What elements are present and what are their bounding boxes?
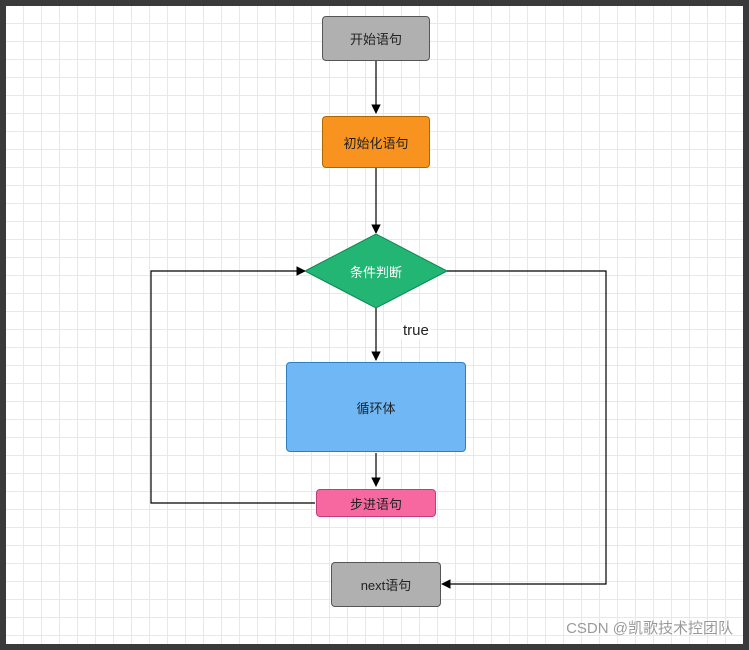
node-next[interactable]: next语句: [331, 562, 441, 607]
node-start-label: 开始语句: [350, 29, 402, 48]
flowchart-canvas: 开始语句 初始化语句 条件判断 true 循环体 步进语句 next语句 CSD…: [6, 6, 743, 644]
node-body-label: 循环体: [356, 398, 395, 417]
node-start[interactable]: 开始语句: [322, 16, 430, 61]
node-init-label: 初始化语句: [343, 133, 408, 152]
node-step-label: 步进语句: [350, 494, 402, 513]
node-step[interactable]: 步进语句: [316, 489, 436, 517]
node-body[interactable]: 循环体: [286, 362, 466, 452]
node-condition[interactable]: 条件判断: [305, 234, 447, 308]
edges-layer: [6, 6, 743, 644]
node-condition-label: 条件判断: [350, 262, 402, 281]
node-init[interactable]: 初始化语句: [322, 116, 430, 168]
edge-label-true: true: [401, 322, 431, 339]
watermark: CSDN @凯歌技术控团队: [566, 617, 733, 638]
node-next-label: next语句: [361, 575, 412, 594]
